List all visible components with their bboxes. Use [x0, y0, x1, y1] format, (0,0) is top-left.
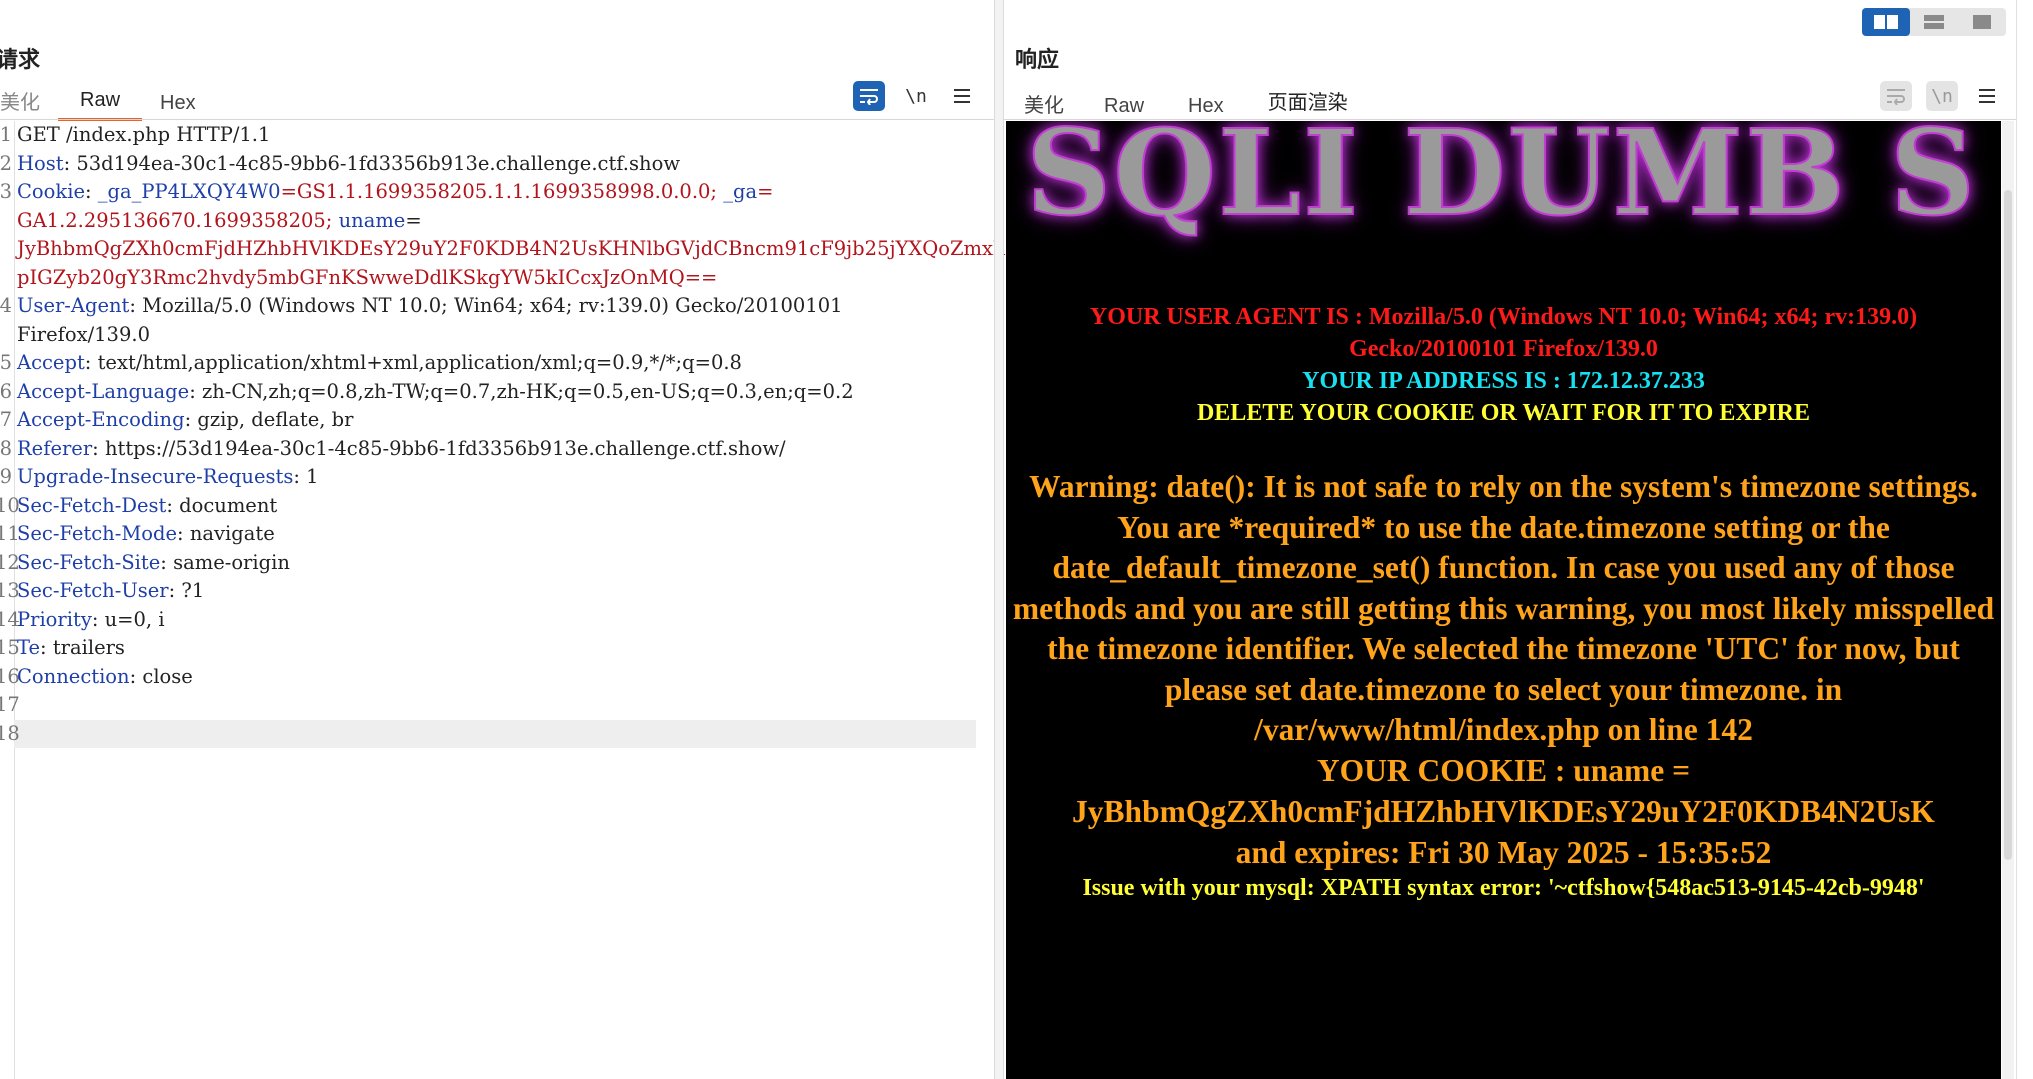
code-line: 6 Accept-Language: zh-CN,zh;q=0.8,zh-TW;q…: [0, 379, 854, 403]
cookie-label-text: YOUR COOKIE : uname =: [1316, 753, 1691, 788]
code-line: 1 GET /index.php HTTP/1.1: [0, 123, 271, 146]
header-name: Sec-Fetch-User: [17, 579, 169, 602]
cookie-value: pIGZyb20gY3Rmc2hvdy5mbGFnKSwweDdlKSkgYW5…: [17, 265, 718, 289]
code-line: 17: [0, 693, 20, 716]
request-tabs-underline: [0, 119, 994, 120]
code-line: 11 Sec-Fetch-Mode: navigate: [0, 522, 275, 545]
cookie-expires-text: and expires: Fri 30 May 2025 - 15:35:52: [1235, 835, 1772, 870]
code-line: 5 Accept: text/html,application/xhtml+xml…: [0, 351, 742, 374]
wrap-lines-button[interactable]: [853, 81, 885, 111]
header-name: Te: [17, 636, 41, 659]
header-name: Priority: [17, 607, 92, 631]
header-value: : ?1: [168, 579, 205, 602]
rendered-page: SQLI DUMB S YOUR USER AGENT IS : Mozilla…: [1006, 121, 2001, 1079]
code-line: 16 Connection: close: [0, 664, 193, 688]
code-line: 4 User-Agent: Mozilla/5.0 (Windows NT 10.…: [0, 294, 843, 317]
header-name: Sec-Fetch-Site: [17, 550, 161, 574]
request-panel-title: 请求: [0, 48, 41, 73]
show-newlines-button[interactable]: \n: [900, 81, 932, 111]
tabbed-view-button[interactable]: [1958, 8, 2006, 36]
header-name: Cookie: [17, 180, 85, 203]
show-newlines-button[interactable]: \n: [1926, 81, 1958, 111]
cookie-value: =GS1.1.1699358205.1.1.1699358998.0.0.0;: [280, 180, 718, 203]
header-name: Accept: [17, 351, 85, 374]
code-line: 2 Host: 53d194ea-30c1-4c85-9bb6-1fd3356b9…: [0, 151, 681, 175]
header-name: Referer: [17, 436, 93, 460]
wrap-lines-icon: [860, 89, 878, 105]
code-line-wrap: GA1.2.295136670.1699358205; uname=: [17, 208, 422, 232]
header-value: : https://53d194ea-30c1-4c85-9bb6-1fd335…: [92, 436, 786, 460]
cookie-name: _ga: [723, 180, 758, 203]
header-value: : Mozilla/5.0 (Windows NT 10.0; Win64; x…: [129, 294, 843, 317]
tab-raw[interactable]: Raw: [58, 89, 143, 121]
header-value: : zh-CN,zh;q=0.8,zh-TW;q=0.7,zh-HK;q=0.5…: [189, 379, 854, 403]
header-value: : gzip, deflate, br: [184, 408, 354, 431]
cookie-value-text: JyBhbmQgZXh0cmFjdHZhbHVlKDEsY29uY2F0KDB4…: [1072, 794, 1935, 829]
code-line-wrap: JyBhbmQgZXh0cmFjdHZhbHVlKDEsY29uY2F0KDB4…: [0, 235, 1045, 264]
response-tabs-underline: [1003, 119, 2016, 120]
sqli-banner: SQLI DUMB S: [1025, 121, 1978, 243]
user-agent-text: YOUR USER AGENT IS : Mozilla/5.0 (Window…: [1089, 304, 1918, 362]
code-line: 3 Cookie: _ga_PP4LXQY4W0=GS1.1.1699358205…: [0, 180, 774, 203]
panel-splitter[interactable]: [994, 0, 1004, 1079]
cookie-value: GA1.2.295136670.1699358205;: [17, 208, 333, 232]
wrap-lines-button[interactable]: [1880, 81, 1912, 111]
header-name: Sec-Fetch-Dest: [17, 493, 167, 517]
code-line: 15 Te: trailers: [0, 636, 125, 659]
header-value: : navigate: [177, 522, 275, 545]
split-horizontal-view-button[interactable]: [1862, 8, 1910, 36]
split-vertical-view-button[interactable]: [1910, 8, 1958, 36]
window-edge: [2016, 0, 2017, 1079]
columns-icon: [1874, 15, 1898, 29]
tab-pretty[interactable]: 美化: [0, 86, 58, 121]
request-editor[interactable]: 1 GET /index.php HTTP/1.1 2 Host: 53d194ea…: [0, 121, 1045, 748]
header-value: : same-origin: [160, 550, 290, 574]
single-pane-icon: [1973, 15, 1991, 29]
header-value: : document: [166, 493, 278, 517]
code-line: 13 Sec-Fetch-User: ?1: [0, 579, 205, 602]
response-panel-title: 响应: [1015, 48, 1060, 73]
header-value: : close: [129, 664, 193, 688]
php-warning-text: Warning: date(): It is not safe to rely …: [1012, 469, 1995, 747]
hamburger-menu-icon: [954, 89, 970, 103]
delete-cookie-text: DELETE YOUR COOKIE OR WAIT FOR IT TO EXP…: [1196, 400, 1811, 426]
header-name: Connection: [17, 664, 130, 688]
header-name: Sec-Fetch-Mode: [17, 522, 178, 545]
rows-icon: [1924, 15, 1944, 29]
header-value: : trailers: [40, 636, 125, 659]
code-line-wrap: pIGZyb20gY3Rmc2hvdy5mbGFnKSwweDdlKSkgYW5…: [0, 264, 994, 293]
header-value: : text/html,application/xhtml+xml,applic…: [84, 351, 742, 374]
header-value: : 53d194ea-30c1-4c85-9bb6-1fd3356b913e.c…: [63, 151, 681, 175]
cookie-name: uname: [338, 208, 406, 232]
request-tabs: 美化 Raw Hex: [0, 86, 214, 121]
header-name: Accept-Encoding: [17, 408, 185, 431]
wrap-lines-icon: [1887, 89, 1905, 105]
ip-address-text: YOUR IP ADDRESS IS : 172.12.37.233: [1302, 368, 1705, 394]
header-value: : 1: [293, 465, 319, 488]
cookie-name: _ga_PP4LXQY4W0: [97, 180, 281, 203]
layout-switcher: [1862, 8, 2006, 36]
response-menu-button[interactable]: [1971, 81, 2003, 111]
mysql-error-text: Issue with your mysql: XPATH syntax erro…: [1082, 875, 1925, 901]
render-scrollbar-thumb[interactable]: [2004, 190, 2012, 860]
code-line-wrap: Firefox/139.0: [17, 322, 150, 346]
code-line: 9 Upgrade-Insecure-Requests: 1: [0, 465, 319, 488]
request-menu-button[interactable]: [946, 81, 978, 111]
tab-hex[interactable]: Hex: [142, 92, 214, 121]
code-line-current: 18: [0, 719, 976, 748]
cookie-value: JyBhbmQgZXh0cmFjdHZhbHVlKDEsY29uY2F0KDB4…: [17, 237, 1046, 260]
code-line: 12 Sec-Fetch-Site: same-origin: [0, 550, 290, 574]
header-name: Accept-Language: [17, 379, 190, 403]
header-name: Upgrade-Insecure-Requests: [17, 465, 294, 488]
header-name: User-Agent: [17, 294, 130, 317]
code-line: 14 Priority: u=0, i: [0, 607, 165, 631]
code-line: 7 Accept-Encoding: gzip, deflate, br: [0, 408, 354, 431]
header-name: Host: [17, 151, 64, 175]
code-line: 10 Sec-Fetch-Dest: document: [0, 493, 278, 517]
hamburger-menu-icon: [1979, 89, 1995, 103]
header-value: : u=0, i: [91, 607, 165, 631]
code-line: 8 Referer: https://53d194ea-30c1-4c85-9bb…: [0, 436, 786, 460]
